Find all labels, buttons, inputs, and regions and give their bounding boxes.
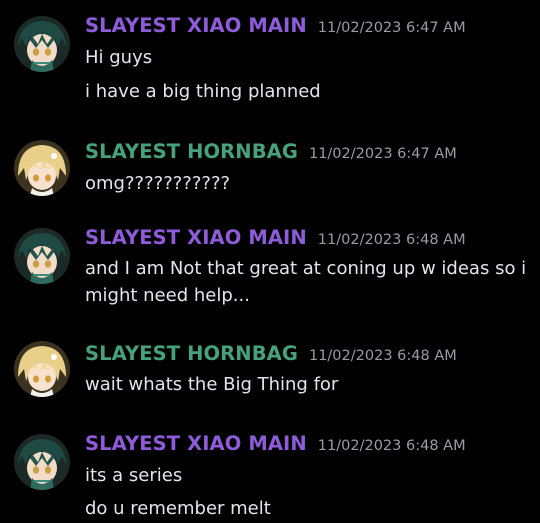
message-author[interactable]: SLAYEST XIAO MAIN [85,432,307,455]
message-text: and I am Not that great at coning up w i… [85,258,527,279]
message-author[interactable]: SLAYEST HORNBAG [85,140,298,163]
lumine-avatar-icon[interactable] [14,341,70,397]
lumine-avatar-icon[interactable] [14,140,70,196]
xiao-avatar-icon[interactable] [14,16,70,72]
message-text: its a series [85,465,183,486]
message-text: omg??????????? [85,173,231,194]
message-timestamp: 11/02/2023 6:47 AM [308,146,457,162]
message-author[interactable]: SLAYEST HORNBAG [85,342,298,365]
message-text: Hi guys [85,47,153,68]
message-timestamp: 11/02/2023 6:48 AM [317,232,466,248]
message-timestamp: 11/02/2023 6:48 AM [308,348,457,364]
message-author[interactable]: SLAYEST XIAO MAIN [85,226,307,249]
xiao-avatar-icon[interactable] [14,228,70,284]
message-timestamp: 11/02/2023 6:48 AM [317,438,466,454]
message-text: wait whats the Big Thing for [85,374,339,395]
message-text: might need help... [85,285,250,306]
message-text: i have a big thing planned [85,81,321,102]
xiao-avatar-icon[interactable] [14,434,70,490]
message-timestamp: 11/02/2023 6:47 AM [317,20,466,36]
message-text: do u remember melt [85,498,271,519]
message-author[interactable]: SLAYEST XIAO MAIN [85,14,307,37]
